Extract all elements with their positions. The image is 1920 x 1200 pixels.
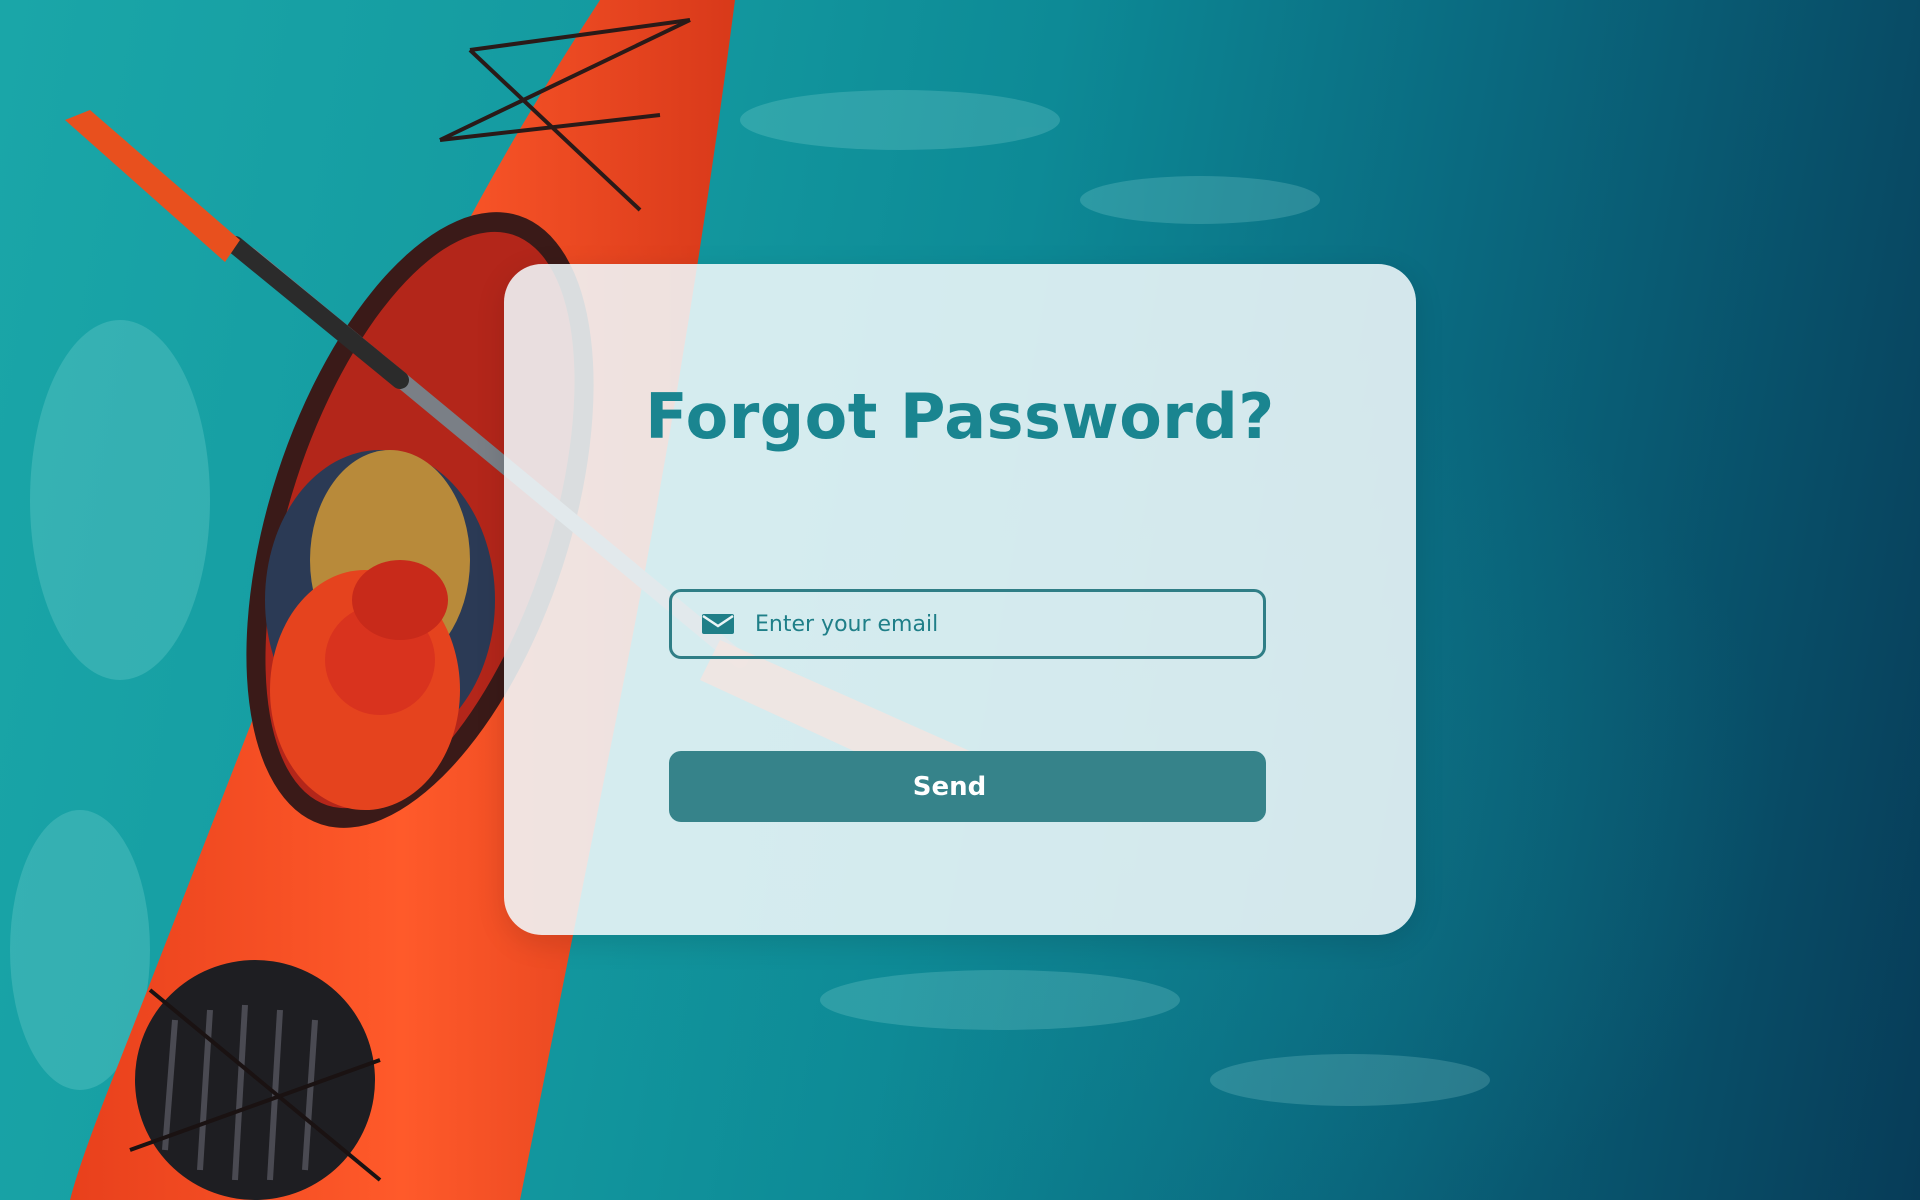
mail-icon [701, 612, 735, 636]
send-button[interactable]: Send [669, 751, 1266, 822]
page-title: Forgot Password? [645, 380, 1275, 453]
forgot-password-card: Forgot Password? Send [504, 264, 1416, 935]
email-field[interactable] [669, 589, 1266, 659]
email-input[interactable] [755, 604, 1235, 644]
send-button-label: Send [912, 771, 987, 802]
